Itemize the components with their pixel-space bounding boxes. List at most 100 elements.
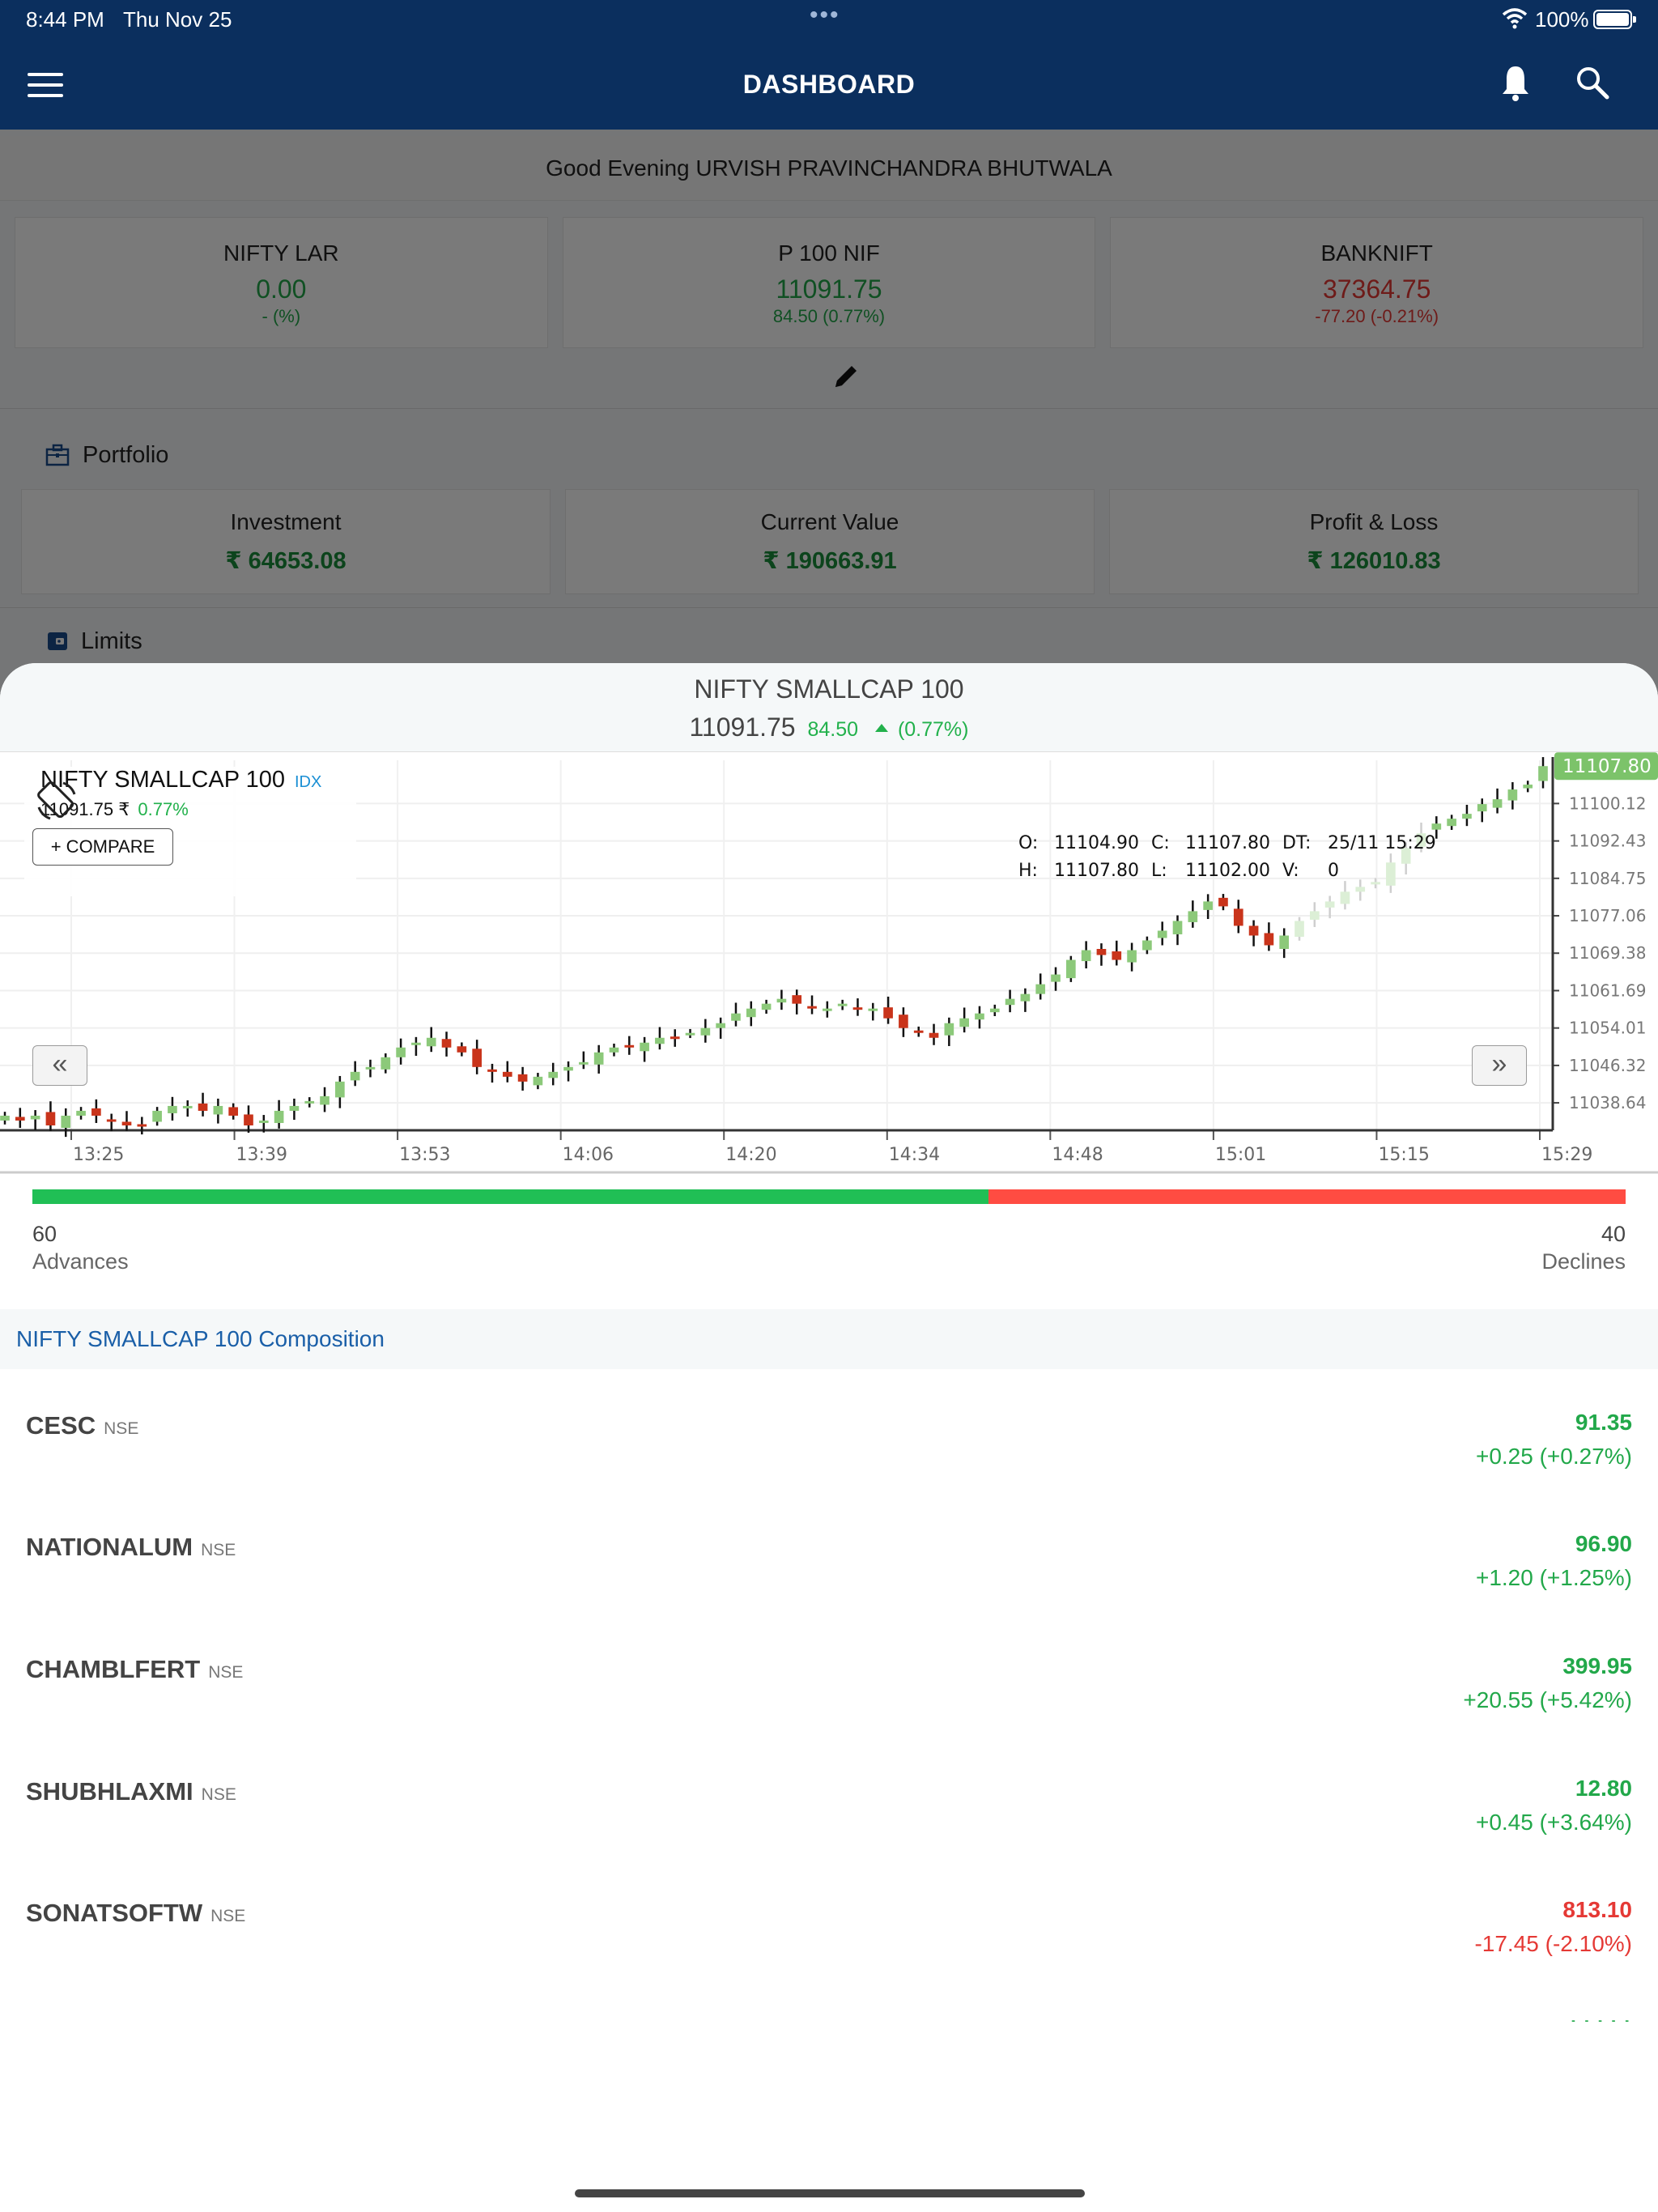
candle-up: [1523, 785, 1533, 789]
candle-up: [1431, 823, 1442, 830]
candle-up: [1081, 950, 1091, 962]
price-change: +1.20 (+1.25%): [1475, 1565, 1632, 1590]
compare-button[interactable]: + COMPARE: [32, 828, 173, 866]
sheet-title: NIFTY SMALLCAP 100: [694, 674, 964, 704]
candle-up: [1462, 814, 1472, 819]
price-change: +20.55 (+5.42%): [1463, 1687, 1632, 1712]
x-tick-label: 14:48: [1052, 1145, 1103, 1165]
price-change: +0.25 (+0.27%): [1475, 1444, 1632, 1469]
advances-count: 60: [32, 1222, 57, 1246]
candle-up: [152, 1110, 162, 1122]
composition-row[interactable]: SONATSOFTW NSE 813.10 -17.45 (-2.10%): [0, 1887, 1658, 2009]
x-tick-label: 15:15: [1378, 1145, 1429, 1165]
search-icon[interactable]: [1575, 65, 1610, 100]
candle-up: [685, 1032, 695, 1036]
chart-symbol-badge: IDX: [294, 773, 322, 791]
composition-row[interactable]: CHAMBLFERT NSE 399.95 +20.55 (+5.42%): [0, 1644, 1658, 1765]
high-label: H:: [1018, 861, 1038, 881]
candle-up: [1279, 935, 1290, 950]
candle-up: [655, 1037, 665, 1044]
candle-up: [380, 1057, 391, 1070]
up-arrow-icon: [874, 723, 888, 732]
candle-up: [1324, 901, 1335, 908]
stock-symbol: SHUBHLAXMI NSE: [26, 1777, 236, 1806]
y-tick-label: 11092.43: [1569, 832, 1646, 851]
candle-up: [335, 1081, 345, 1098]
advances-label: Advances: [32, 1249, 129, 1274]
candle-up: [944, 1023, 954, 1036]
multitasking-dots-icon[interactable]: •••: [810, 2, 840, 29]
x-tick-label: 14:34: [889, 1145, 940, 1165]
last-price-partial: - - - - -: [1571, 2014, 1632, 2027]
composition-header: NIFTY SMALLCAP 100 Composition: [0, 1309, 1658, 1369]
candle-up: [700, 1027, 711, 1036]
sheet-change: 84.50: [807, 718, 859, 741]
exchange-label: NSE: [208, 1663, 244, 1682]
candle-up: [396, 1047, 406, 1057]
candle-up: [1492, 799, 1503, 808]
declines-fill: [988, 1189, 1626, 1204]
status-time: 8:44 PM: [26, 7, 104, 32]
last-price-label: 11107.80: [1562, 756, 1652, 777]
candle-up: [548, 1071, 559, 1078]
bell-icon[interactable]: [1499, 63, 1532, 102]
y-tick-label: 11054.01: [1569, 1019, 1646, 1038]
home-indicator[interactable]: [575, 2189, 1085, 2197]
candle-down: [457, 1046, 467, 1053]
candle-up: [609, 1047, 619, 1053]
exchange-label: NSE: [201, 1785, 236, 1804]
close-value: 11107.80: [1185, 833, 1270, 853]
low-value: 11102.00: [1185, 861, 1270, 881]
datetime-label: DT:: [1282, 833, 1312, 853]
candle-up: [1355, 887, 1366, 892]
last-price: 813.10: [1562, 1897, 1632, 1922]
wifi-icon: [1502, 8, 1528, 29]
candle-down: [472, 1049, 482, 1067]
candle-down: [624, 1044, 635, 1048]
datetime-value: 25/11 15:29: [1328, 833, 1436, 853]
y-tick-label: 11084.75: [1569, 869, 1646, 888]
candle-up: [213, 1105, 223, 1115]
candle-up: [868, 1008, 878, 1011]
candle-down: [228, 1107, 239, 1116]
candle-up: [731, 1013, 741, 1021]
symbol-text: CHAMBLFERT: [26, 1655, 201, 1683]
candle-up: [304, 1100, 315, 1104]
candle-up: [1538, 766, 1548, 781]
declines-label: Declines: [1541, 1249, 1626, 1274]
candle-up: [1035, 984, 1046, 994]
advance-decline-bar: [32, 1189, 1626, 1204]
candle-up: [1005, 998, 1015, 1006]
candle-up: [959, 1018, 969, 1027]
candle-up: [1020, 993, 1031, 1002]
candle-down: [807, 1006, 817, 1009]
candle-down: [670, 1036, 680, 1040]
candle-up: [1172, 921, 1183, 934]
volume-value: 0: [1328, 861, 1339, 881]
composition-row[interactable]: CESC NSE 91.35 +0.25 (+0.27%): [0, 1400, 1658, 1521]
scroll-left-button[interactable]: «: [32, 1045, 87, 1086]
candle-up: [1340, 891, 1350, 904]
candle-up: [823, 1008, 832, 1011]
candle-up: [593, 1052, 604, 1065]
x-tick-label: 14:06: [563, 1145, 614, 1165]
declines-count: 40: [1601, 1222, 1626, 1246]
composition-row[interactable]: NATIONALUM NSE 96.90 +1.20 (+1.25%): [0, 1521, 1658, 1643]
candle-up: [1157, 930, 1167, 938]
candle-up: [1507, 789, 1518, 801]
top-nav-bar: DASHBOARD: [0, 40, 1658, 130]
candle-down: [91, 1108, 101, 1116]
candle-down: [899, 1015, 908, 1028]
candle-up: [989, 1008, 1000, 1013]
candle-down: [121, 1121, 132, 1125]
candle-up: [640, 1042, 649, 1052]
composition-row[interactable]: SHUBHLAXMI NSE 12.80 +0.45 (+3.64%): [0, 1766, 1658, 1887]
high-value: 11107.80: [1054, 861, 1139, 881]
candle-up: [533, 1076, 543, 1086]
exchange-label: NSE: [201, 1541, 236, 1559]
candlestick-chart[interactable]: 11100.12 11092.43 11084.75 11077.06 11069.38…: [0, 752, 1658, 1238]
rotate-icon[interactable]: [32, 776, 81, 825]
candle-down: [1233, 908, 1244, 926]
candle-up: [182, 1105, 193, 1108]
scroll-right-button[interactable]: »: [1472, 1045, 1527, 1086]
